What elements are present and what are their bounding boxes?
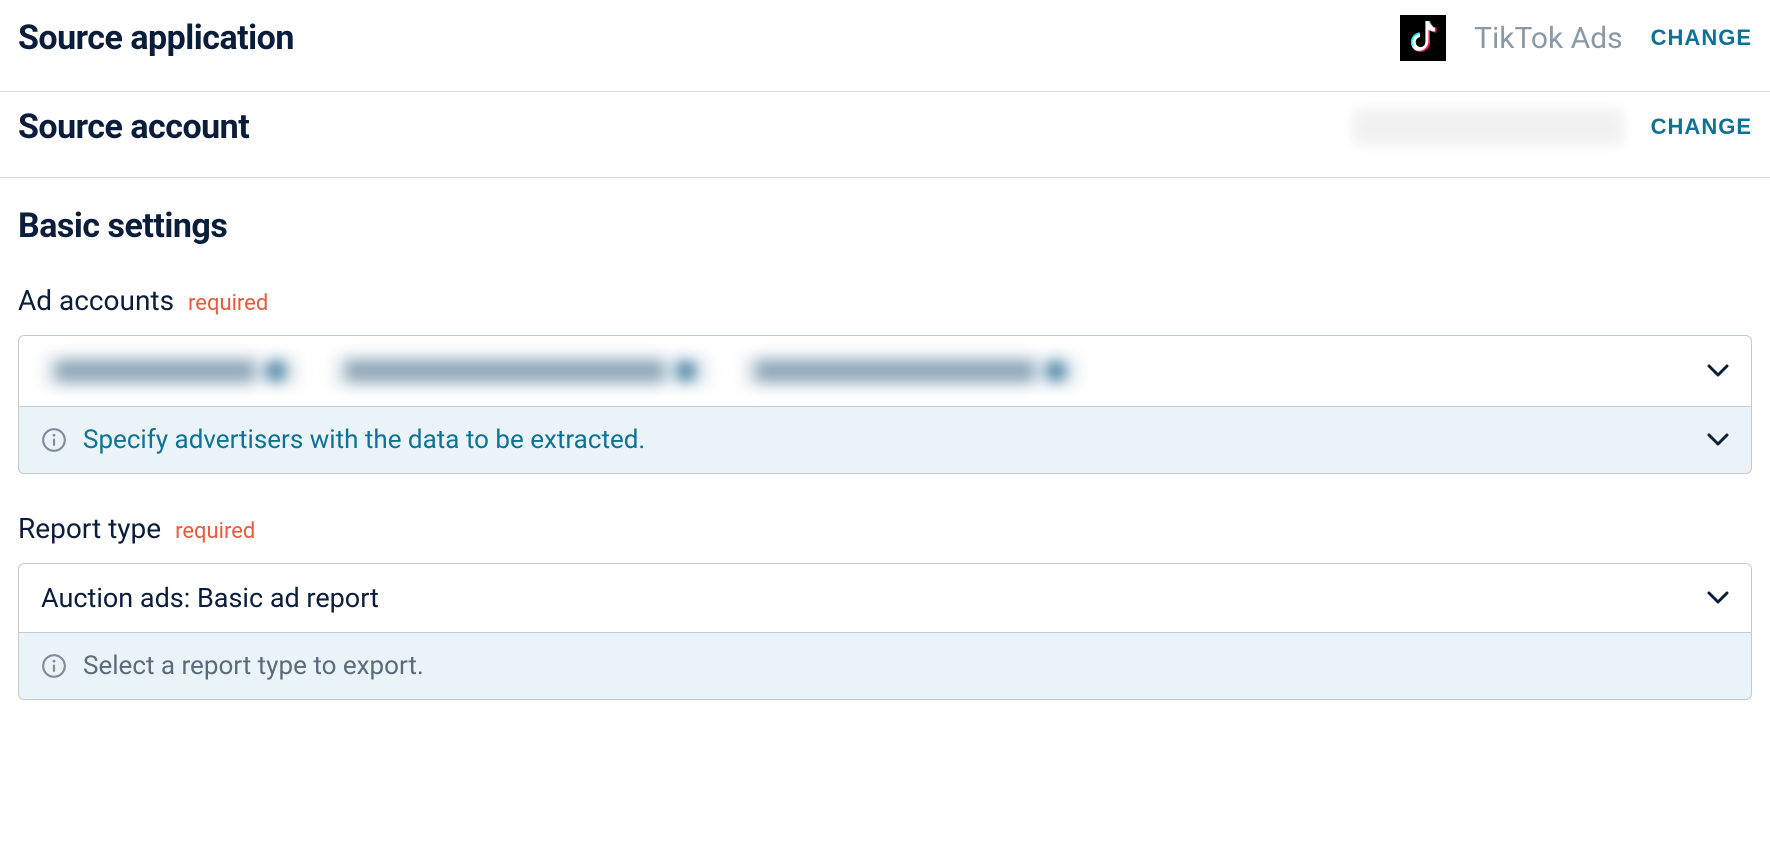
info-icon [41, 653, 67, 679]
source-application-row: Source application TikTok Ads CHANGE [18, 15, 1752, 61]
source-application-section: Source application TikTok Ads CHANGE [0, 0, 1770, 92]
source-account-title: Source account [18, 107, 249, 147]
ad-accounts-info[interactable]: Specify advertisers with the data to be … [18, 407, 1752, 474]
source-account-section: Source account CHANGE [0, 92, 1770, 178]
source-application-name: TikTok Ads [1474, 21, 1623, 56]
ad-accounts-required: required [188, 291, 268, 316]
change-source-account-button[interactable]: CHANGE [1651, 114, 1752, 140]
report-type-label-row: Report type required [18, 512, 1752, 545]
chevron-down-icon [1707, 364, 1729, 378]
basic-settings-section: Basic settings Ad accounts required Spec… [0, 178, 1770, 740]
chevron-down-icon [1707, 433, 1729, 447]
ad-accounts-field: Ad accounts required Specify advertisers… [18, 284, 1752, 474]
report-type-value: Auction ads: Basic ad report [41, 582, 379, 614]
report-type-field: Report type required Auction ads: Basic … [18, 512, 1752, 700]
basic-settings-title: Basic settings [18, 206, 1752, 246]
change-source-application-button[interactable]: CHANGE [1651, 25, 1752, 51]
ad-accounts-label-row: Ad accounts required [18, 284, 1752, 317]
source-application-title: Source application [18, 18, 294, 58]
report-type-info-text: Select a report type to export. [83, 651, 424, 681]
report-type-required: required [175, 519, 255, 544]
ad-accounts-info-text: Specify advertisers with the data to be … [83, 425, 645, 455]
report-type-select[interactable]: Auction ads: Basic ad report [18, 563, 1752, 633]
ad-accounts-chips-redacted [41, 354, 1081, 388]
ad-accounts-label: Ad accounts [18, 284, 174, 317]
tiktok-icon [1400, 15, 1446, 61]
source-account-value-redacted [1353, 109, 1623, 145]
info-icon [41, 427, 67, 453]
ad-accounts-select[interactable] [18, 335, 1752, 407]
source-account-right: CHANGE [1353, 109, 1752, 145]
source-account-row: Source account CHANGE [18, 107, 1752, 147]
source-application-right: TikTok Ads CHANGE [1400, 15, 1752, 61]
report-type-label: Report type [18, 512, 161, 545]
report-type-info: Select a report type to export. [18, 633, 1752, 700]
chevron-down-icon [1707, 591, 1729, 605]
